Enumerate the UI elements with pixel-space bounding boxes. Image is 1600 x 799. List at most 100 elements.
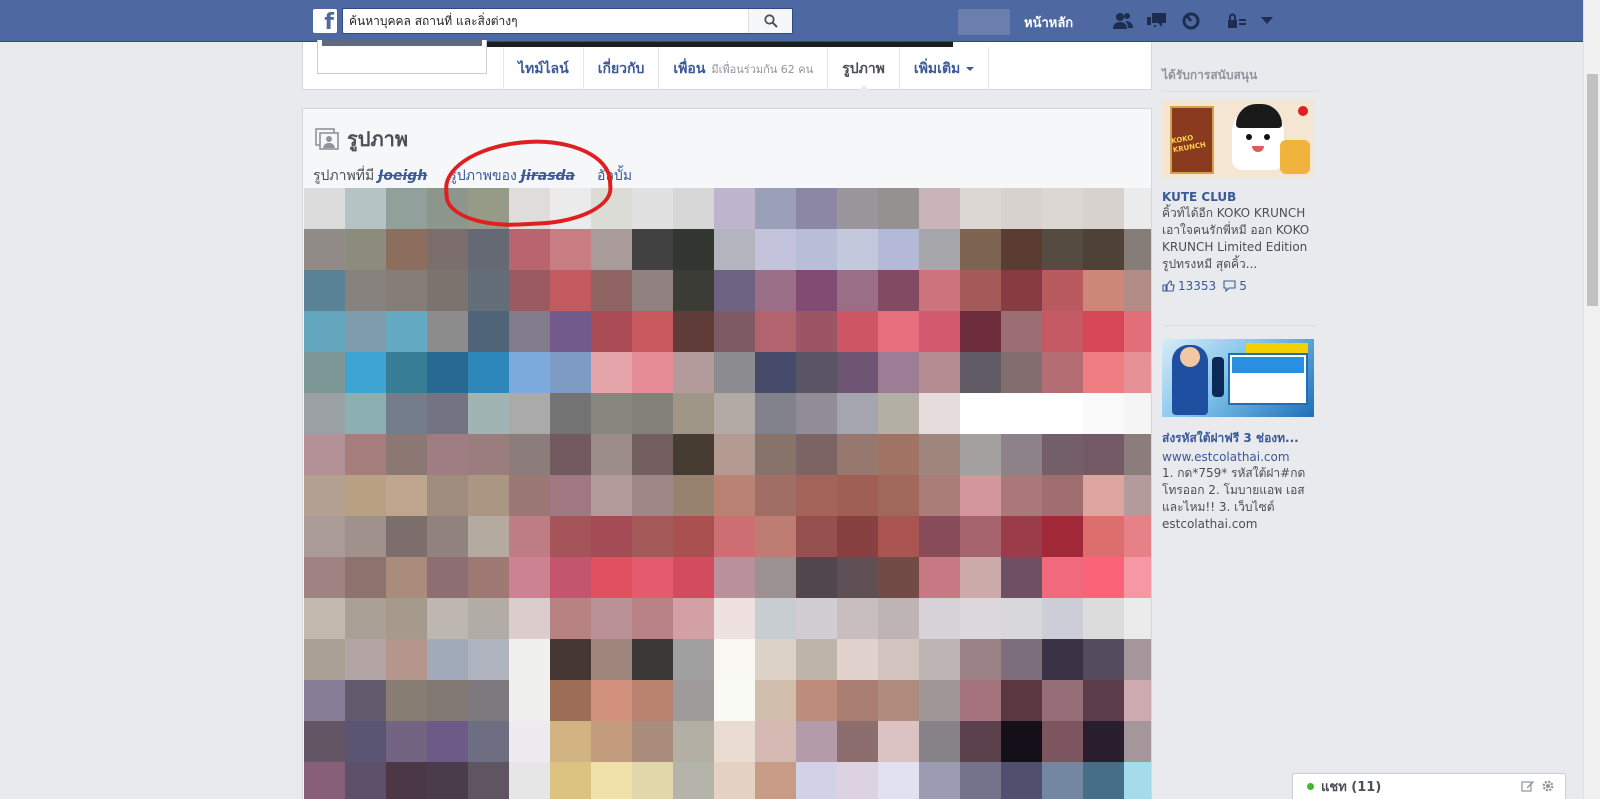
mosaic-tile — [427, 762, 468, 799]
tab-friends[interactable]: เพื่อน มีเพื่อนร่วมกัน 62 คน — [658, 47, 827, 90]
tab-photos[interactable]: รูปภาพ — [827, 47, 899, 91]
mosaic-tile — [345, 475, 386, 516]
mosaic-tile — [550, 639, 591, 680]
mosaic-tile — [550, 270, 591, 311]
tab-about[interactable]: เกี่ยวกับ — [582, 47, 659, 90]
mosaic-tile — [1001, 639, 1042, 680]
mosaic-tile — [550, 475, 591, 516]
tab-photos-by[interactable]: รูปภาพของ Jirasda — [449, 165, 575, 187]
mosaic-tile — [919, 393, 960, 434]
mosaic-tile — [345, 639, 386, 680]
tab-more[interactable]: เพิ่มเติม — [898, 47, 990, 90]
mosaic-tile — [550, 721, 591, 762]
mosaic-tile — [386, 188, 427, 229]
mosaic-tile — [960, 598, 1001, 639]
mosaic-tile — [427, 311, 468, 352]
mosaic-tile — [1001, 598, 1042, 639]
sponsored-ad[interactable]: KOKO KRUNCH KUTE CLUB คิ้วท์ได้อีก KOKO … — [1162, 100, 1322, 293]
comment-icon[interactable] — [1223, 280, 1236, 292]
tab-timeline[interactable]: ไทม์ไลน์ — [503, 47, 583, 90]
search-input[interactable] — [343, 9, 741, 33]
ad-image[interactable]: KOKO KRUNCH — [1162, 100, 1314, 178]
mosaic-tile — [345, 516, 386, 557]
mosaic-tile — [386, 393, 427, 434]
mosaic-tile — [632, 557, 673, 598]
redacted-name: Joeigh — [378, 168, 428, 184]
sponsored-ad[interactable]: ส่งรหัสใต้ฝาฟรี 3 ช่องท... www.estcolath… — [1162, 339, 1322, 533]
comment-count[interactable]: 5 — [1239, 279, 1247, 293]
search-button[interactable] — [748, 9, 792, 33]
mosaic-tile — [837, 762, 878, 799]
mosaic-tile — [386, 311, 427, 352]
like-count[interactable]: 13353 — [1178, 279, 1216, 293]
mosaic-tile — [755, 639, 796, 680]
ad-image[interactable] — [1162, 339, 1314, 417]
mosaic-tile — [1083, 434, 1124, 475]
mosaic-tile — [1042, 516, 1083, 557]
mosaic-tile — [837, 475, 878, 516]
mosaic-tile — [304, 762, 345, 799]
mosaic-tile — [304, 475, 345, 516]
new-message-icon[interactable] — [1521, 779, 1535, 793]
mosaic-tile — [673, 680, 714, 721]
ad-url[interactable]: www.estcolathai.com — [1162, 450, 1322, 464]
mosaic-tile — [509, 598, 550, 639]
chat-tab[interactable]: แชท (11) — [1292, 773, 1566, 799]
profile-thumbnail[interactable] — [958, 9, 1010, 35]
mosaic-tile — [1001, 762, 1042, 799]
mosaic-tile — [796, 557, 837, 598]
mosaic-tile — [837, 270, 878, 311]
mosaic-tile — [1001, 680, 1042, 721]
mosaic-tile — [878, 762, 919, 799]
pixelated-photo-grid[interactable] — [304, 188, 1151, 799]
mosaic-tile — [591, 270, 632, 311]
mosaic-tile — [837, 393, 878, 434]
mosaic-tile — [1124, 475, 1151, 516]
mosaic-tile — [345, 434, 386, 475]
mosaic-tile — [1042, 229, 1083, 270]
privacy-lock-icon[interactable] — [1226, 11, 1248, 31]
chevron-down-icon — [966, 66, 975, 75]
mosaic-tile — [345, 598, 386, 639]
friend-requests-icon[interactable] — [1112, 11, 1134, 31]
ad-title[interactable]: KUTE CLUB — [1162, 190, 1322, 204]
mosaic-tile — [755, 229, 796, 270]
mosaic-tile — [632, 229, 673, 270]
mosaic-tile — [632, 762, 673, 799]
mosaic-tile — [632, 393, 673, 434]
tab-photos-of[interactable]: รูปภาพที่มี Joeigh — [313, 165, 427, 187]
mosaic-tile — [550, 229, 591, 270]
scrollbar-thumb[interactable] — [1587, 74, 1598, 306]
profile-picture[interactable] — [317, 40, 487, 74]
mosaic-tile — [304, 516, 345, 557]
mosaic-tile — [591, 680, 632, 721]
mosaic-tile — [468, 598, 509, 639]
facebook-logo[interactable]: f — [313, 9, 337, 33]
gear-icon[interactable] — [1541, 779, 1555, 793]
mosaic-tile — [673, 393, 714, 434]
like-icon[interactable] — [1162, 280, 1175, 292]
ad-body: คิ้วท์ได้อีก KOKO KRUNCH เอาใจคนรักพี่หม… — [1162, 206, 1310, 271]
tab-albums[interactable]: อัลบั้ม — [597, 165, 632, 187]
mosaic-tile — [345, 762, 386, 799]
mosaic-tile — [1124, 434, 1151, 475]
mosaic-tile — [960, 680, 1001, 721]
chat-tools — [1521, 779, 1555, 793]
mosaic-tile — [1042, 680, 1083, 721]
account-menu-caret-icon[interactable] — [1256, 11, 1278, 31]
mosaic-tile — [427, 188, 468, 229]
mosaic-tile — [509, 188, 550, 229]
mosaic-tile — [632, 352, 673, 393]
mosaic-tile — [591, 721, 632, 762]
mosaic-tile — [1001, 434, 1042, 475]
page-scrollbar[interactable] — [1583, 0, 1600, 799]
ad-title[interactable]: ส่งรหัสใต้ฝาฟรี 3 ช่องท... — [1162, 429, 1322, 448]
mosaic-tile — [468, 229, 509, 270]
mosaic-tile — [755, 680, 796, 721]
mosaic-tile — [345, 680, 386, 721]
messages-icon[interactable] — [1146, 11, 1168, 31]
mosaic-tile — [714, 680, 755, 721]
home-link[interactable]: หน้าหลัก — [1024, 12, 1073, 33]
notifications-icon[interactable] — [1180, 11, 1202, 31]
mosaic-tile — [878, 434, 919, 475]
